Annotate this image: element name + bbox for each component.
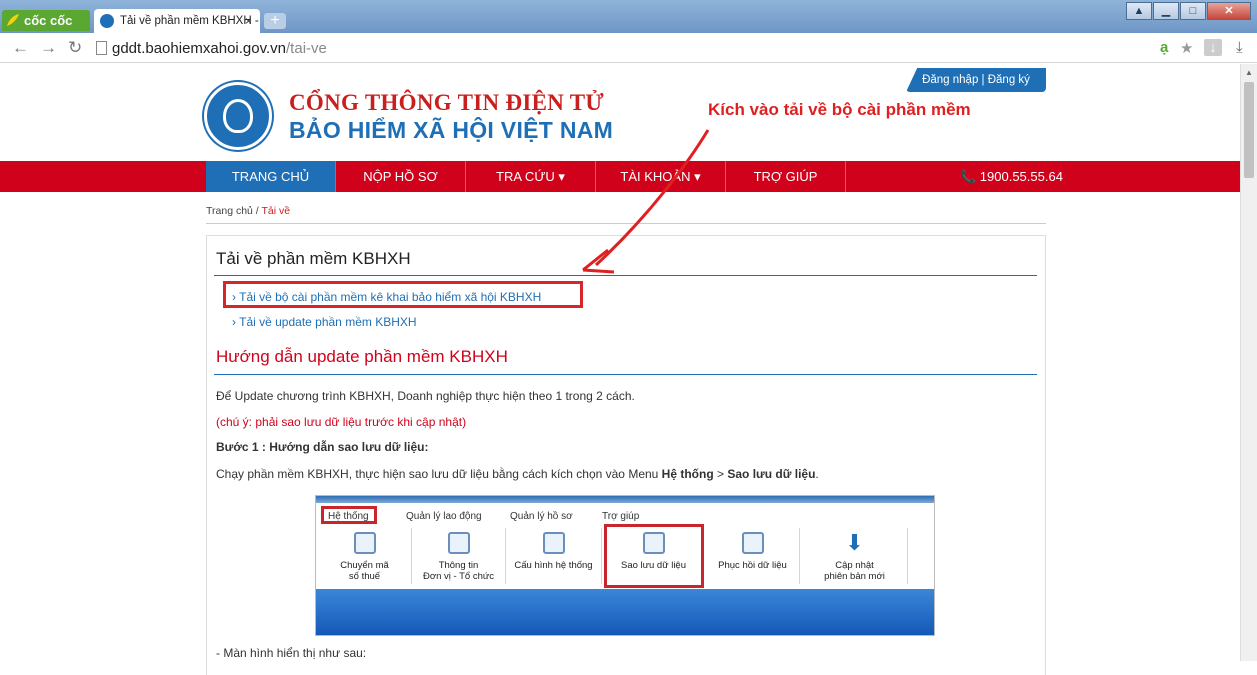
restore-icon[interactable]: ▲ [1126, 2, 1152, 20]
download-update-link[interactable]: › Tải về update phần mềm KBHXH [232, 315, 417, 329]
warning-text: (chú ý: phải sao lưu dữ liệu trước khi c… [216, 415, 467, 429]
window-controls: ▲ ▁ □ ✕ [1126, 2, 1251, 20]
instruction-sep: > [713, 467, 728, 481]
tab-title: Tải về phần mềm KBHXH - [120, 15, 259, 27]
url-path: /tai-ve [286, 40, 327, 57]
browser-toolbar: ← → ↻ gddt.baohiemxahoi.gov.vn/tai-ve ạ … [0, 33, 1257, 63]
update-guide-heading: Hướng dẫn update phần mềm KBHXH [216, 347, 508, 366]
breadcrumb-home[interactable]: Trang chủ [206, 205, 253, 217]
minimize-button[interactable]: ▁ [1153, 2, 1179, 20]
btn-label: Phục hồi dữ liệu [718, 560, 787, 571]
site-favicon-icon [100, 14, 114, 28]
browser-titlebar: cốc cốc Tải về phần mềm KBHXH - × + ▲ ▁ … [0, 0, 1257, 33]
savior-icon[interactable]: ↓ [1204, 39, 1222, 56]
app-backup-highlight [604, 524, 704, 588]
hotline-text: 📞 1900.55.55.64 [960, 169, 1063, 184]
config-icon [542, 532, 565, 554]
browser-brand-label: cốc cốc [24, 13, 73, 28]
instruction-part: Chạy phần mềm KBHXH, thực hiện sao lưu d… [216, 467, 662, 481]
download-heading: Tải về phần mềm KBHXH [216, 249, 411, 268]
url-host: gddt.baohiemxahoi.gov.vn [112, 40, 287, 57]
tax-code-icon [353, 532, 376, 554]
annotation-text: Kích vào tải về bộ cài phần mềm [708, 100, 971, 119]
coccoc-dictionary-icon[interactable]: ạ [1160, 39, 1168, 56]
breadcrumb: Trang chủ / Tải về [206, 205, 290, 217]
downloads-icon[interactable]: ⤓ [1236, 39, 1243, 56]
app-screenshot: Hệ thống Quản lý lao động Quản lý hồ sơ … [315, 495, 935, 636]
app-workspace [316, 589, 934, 635]
maximize-button[interactable]: □ [1180, 2, 1206, 20]
browser-brand-button[interactable]: cốc cốc [2, 10, 90, 31]
back-icon[interactable]: ← [12, 38, 29, 58]
vertical-scrollbar[interactable]: ▲ [1240, 64, 1257, 661]
menu-item-home[interactable]: TRANG CHỦ [206, 161, 336, 192]
restore-data-icon [741, 532, 764, 554]
bookmark-star-icon[interactable]: ★ [1180, 39, 1193, 57]
download-icon: ⬇ [845, 530, 864, 555]
app-menu-help: Trợ giúp [602, 511, 640, 522]
heading-underline-2 [214, 374, 1037, 375]
screen-note: - Màn hình hiển thị như sau: [216, 646, 367, 660]
btn-label: Chuyển mã [340, 560, 389, 571]
reload-icon[interactable]: ↻ [68, 38, 82, 58]
unit-info-icon [447, 532, 470, 554]
app-menu-labor: Quản lý lao động [406, 511, 482, 522]
bhxh-logo-icon[interactable] [204, 82, 272, 150]
btn-label: số thuế [348, 571, 381, 582]
btn-label: Đơn vị - Tổ chức [422, 571, 494, 582]
btn-label: phiên bản mới [824, 571, 885, 582]
tab-close-icon[interactable]: × [245, 9, 252, 33]
browser-tab[interactable]: Tải về phần mềm KBHXH - × [94, 9, 260, 33]
app-menu-records: Quản lý hồ sơ [510, 511, 573, 522]
main-menu: TRANG CHỦ NỘP HỒ SƠ TRA CỨU ▾ TÀI KHOẢN … [0, 161, 1240, 192]
app-btn-config: Cấu hình hệ thống [506, 528, 602, 584]
scroll-up-icon[interactable]: ▲ [1245, 68, 1253, 77]
address-bar[interactable]: gddt.baohiemxahoi.gov.vn/tai-ve [112, 40, 327, 57]
site-title-line2: BẢO HIỂM XÃ HỘI VIỆT NAM [289, 117, 614, 143]
intro-text: Để Update chương trình KBHXH, Doanh nghi… [216, 389, 635, 403]
coccoc-logo-icon [7, 14, 19, 26]
close-window-button[interactable]: ✕ [1207, 2, 1251, 20]
app-btn-unit-info: Thông tin Đơn vị - Tổ chức [412, 528, 506, 584]
app-btn-update: ⬇ Cập nhật phiên bản mới [802, 528, 908, 584]
app-titlebar [316, 496, 934, 503]
page-icon [96, 41, 107, 55]
app-btn-restore: Phục hồi dữ liệu [706, 528, 800, 584]
menu-item-help[interactable]: TRỢ GIÚP [726, 161, 846, 192]
heading-underline [214, 275, 1037, 276]
login-register-link[interactable]: Đăng nhập | Đăng ký [906, 68, 1046, 92]
forward-icon[interactable]: → [40, 38, 57, 58]
menu-item-lookup[interactable]: TRA CỨU ▾ [466, 161, 596, 192]
menu-item-account[interactable]: TÀI KHOẢN ▾ [596, 161, 726, 192]
menu-item-submit[interactable]: NỘP HỒ SƠ [336, 161, 466, 192]
scrollbar-thumb[interactable] [1244, 82, 1254, 178]
instruction-item: Sao lưu dữ liệu [727, 467, 816, 481]
instruction-end: . [815, 467, 819, 481]
new-tab-button[interactable]: + [264, 13, 286, 29]
btn-label: Cập nhật [835, 560, 874, 571]
btn-label: Thông tin [438, 560, 479, 571]
site-title-line1: CỔNG THÔNG TIN ĐIỆN TỬ [289, 90, 605, 115]
instruction-menu: Hệ thống [661, 467, 714, 481]
breadcrumb-current: Tải về [261, 205, 291, 217]
step1-instruction: Chạy phần mềm KBHXH, thực hiện sao lưu d… [216, 467, 819, 481]
step1-heading: Bước 1 : Hướng dẫn sao lưu dữ liệu: [216, 440, 429, 454]
divider [206, 223, 1046, 224]
btn-label: Cấu hình hệ thống [514, 560, 593, 571]
app-menu-highlight [321, 506, 377, 524]
highlight-box [223, 281, 583, 308]
app-btn-tax-code: Chuyển mã số thuế [318, 528, 412, 584]
